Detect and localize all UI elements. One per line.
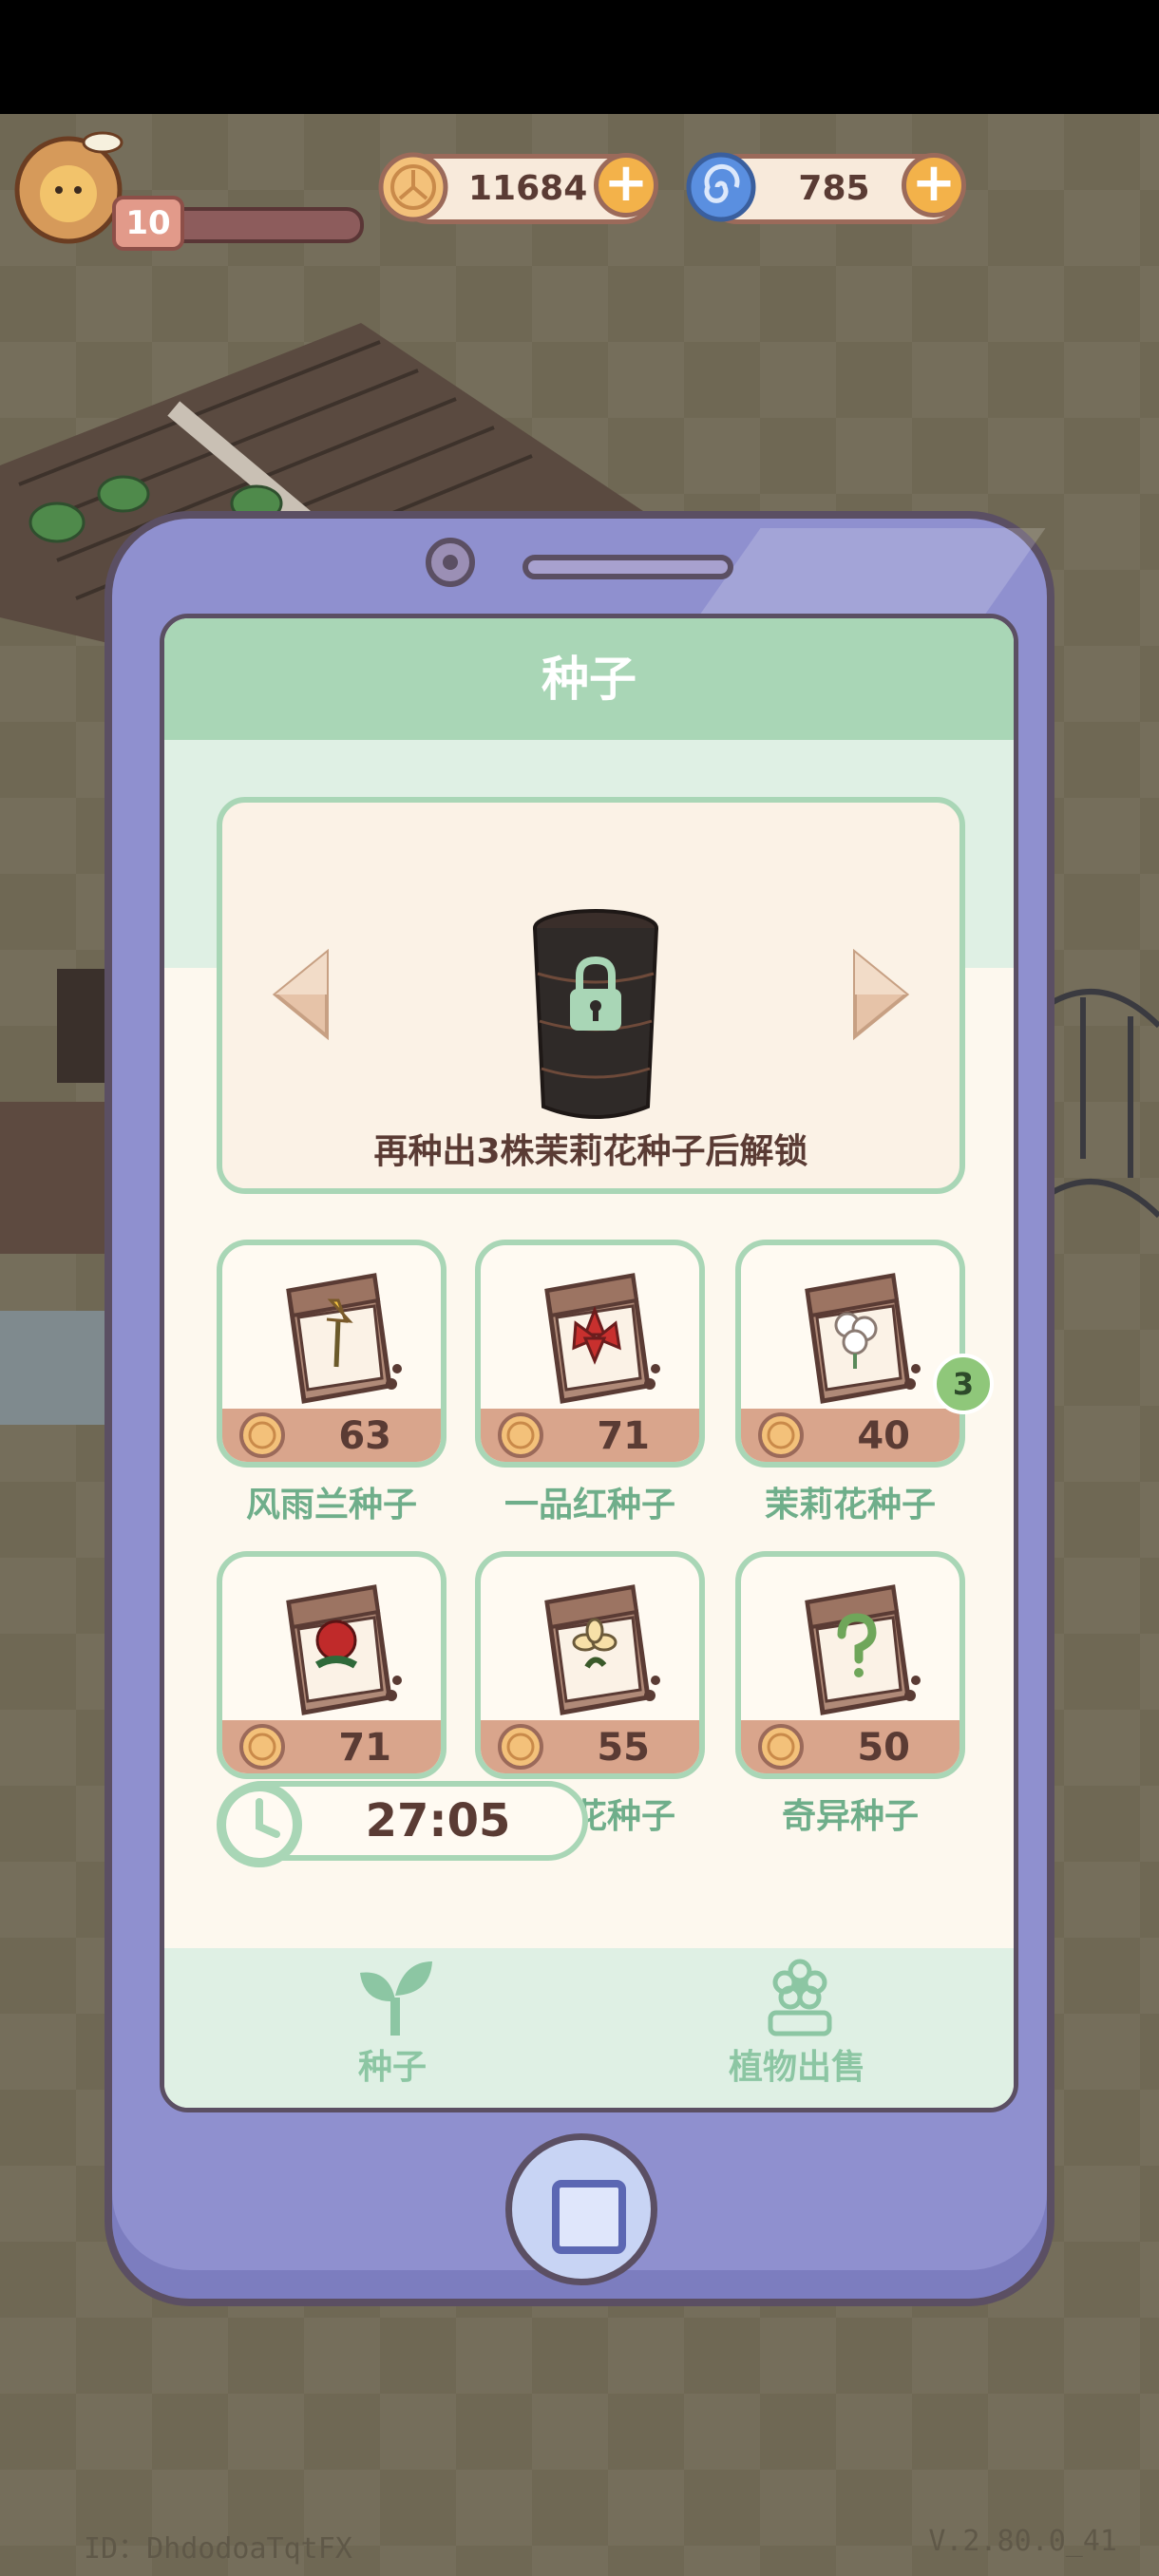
player-avatar[interactable] bbox=[11, 123, 127, 249]
seed-name: 茉莉花种子 bbox=[764, 1486, 936, 1525]
phone-home-button[interactable] bbox=[505, 2133, 657, 2285]
seed-count-badge: 3 bbox=[933, 1354, 994, 1414]
coin-icon bbox=[239, 1724, 285, 1770]
question-packet-icon bbox=[805, 1584, 921, 1715]
red-chrysanthemum-packet-icon bbox=[286, 1584, 402, 1715]
tab-seeds-label: 种子 bbox=[357, 2048, 427, 2087]
locked-pot-icon bbox=[533, 909, 658, 1119]
previous-arrow-icon[interactable] bbox=[272, 949, 331, 1040]
panel-title: 种子 bbox=[542, 652, 636, 707]
gem-counter: 785 + bbox=[686, 152, 966, 224]
seed-card[interactable]: 63 bbox=[217, 1240, 446, 1468]
coin-icon bbox=[758, 1412, 804, 1458]
player-id: ID：DhdodoaTqtFX bbox=[84, 2532, 352, 2566]
game-version: V.2.80.0_41 bbox=[928, 2525, 1117, 2558]
coin-icon bbox=[239, 1412, 285, 1458]
red-leaf-packet-icon bbox=[544, 1273, 660, 1404]
xp-bar bbox=[162, 207, 364, 243]
coin-counter: 11684 + bbox=[378, 152, 658, 224]
coin-icon bbox=[498, 1724, 543, 1770]
refresh-timer: 27:05 bbox=[217, 1781, 588, 1867]
seed-name: 一品红种子 bbox=[504, 1486, 675, 1525]
phone-camera-icon bbox=[426, 538, 475, 587]
locked-seed-preview: 再种出3株茉莉花种子后解锁 bbox=[217, 797, 965, 1194]
yellow-flower-packet-icon bbox=[286, 1273, 402, 1404]
coin-icon bbox=[498, 1412, 543, 1458]
level-badge: 10 bbox=[112, 196, 184, 251]
seed-card[interactable]: 50 bbox=[735, 1551, 965, 1779]
flower-gift-icon bbox=[768, 1959, 832, 2036]
right-fence-decoration bbox=[1045, 989, 1159, 1219]
tab-plant-sale[interactable]: 植物出售 bbox=[655, 1956, 940, 2098]
seed-price: 71 bbox=[597, 1414, 650, 1458]
seed-price: 63 bbox=[338, 1414, 391, 1458]
seed-price: 40 bbox=[857, 1414, 910, 1458]
bottom-tab-bar: 种子 植物出售 bbox=[164, 1948, 1014, 2108]
add-gems-button[interactable]: + bbox=[902, 153, 966, 218]
coin-value: 11684 bbox=[468, 169, 588, 208]
seed-card[interactable]: 71 bbox=[217, 1551, 446, 1779]
clock-icon bbox=[217, 1782, 302, 1867]
coin-icon bbox=[758, 1724, 804, 1770]
seed-price: 50 bbox=[857, 1726, 910, 1770]
tab-seeds[interactable]: 种子 bbox=[250, 1956, 535, 2098]
white-flower-packet-icon bbox=[805, 1273, 921, 1404]
home-square-icon bbox=[552, 2180, 626, 2254]
seed-price: 55 bbox=[597, 1726, 650, 1770]
add-coins-button[interactable]: + bbox=[594, 153, 658, 218]
tab-plant-sale-label: 植物出售 bbox=[728, 2048, 865, 2087]
swirl-gem-icon bbox=[686, 152, 756, 222]
seed-card[interactable]: 40 bbox=[735, 1240, 965, 1468]
next-arrow-icon[interactable] bbox=[851, 949, 910, 1040]
seed-name: 风雨兰种子 bbox=[245, 1486, 417, 1525]
phone-screen: 种子 再种出3株茉莉花种子后解锁 63 风雨兰种子 71 一品红种子 40 3 … bbox=[160, 614, 1018, 2112]
seed-card[interactable]: 71 bbox=[475, 1240, 705, 1468]
unlock-hint: 再种出3株茉莉花种子后解锁 bbox=[373, 1132, 808, 1171]
gem-value: 785 bbox=[798, 169, 870, 208]
timer-value: 27:05 bbox=[365, 1794, 511, 1847]
coin-icon bbox=[378, 152, 448, 222]
seed-shop-phone: 种子 再种出3株茉莉花种子后解锁 63 风雨兰种子 71 一品红种子 40 3 … bbox=[104, 511, 1054, 2306]
phone-speaker bbox=[522, 555, 733, 579]
sprout-icon bbox=[360, 1961, 432, 2036]
seed-card[interactable]: 55 bbox=[475, 1551, 705, 1779]
seed-name: 奇异种子 bbox=[781, 1797, 919, 1836]
panel-header: 种子 bbox=[164, 618, 1014, 740]
frangipani-packet-icon bbox=[544, 1584, 660, 1715]
status-bar bbox=[0, 0, 1159, 114]
seed-price: 71 bbox=[338, 1726, 391, 1770]
